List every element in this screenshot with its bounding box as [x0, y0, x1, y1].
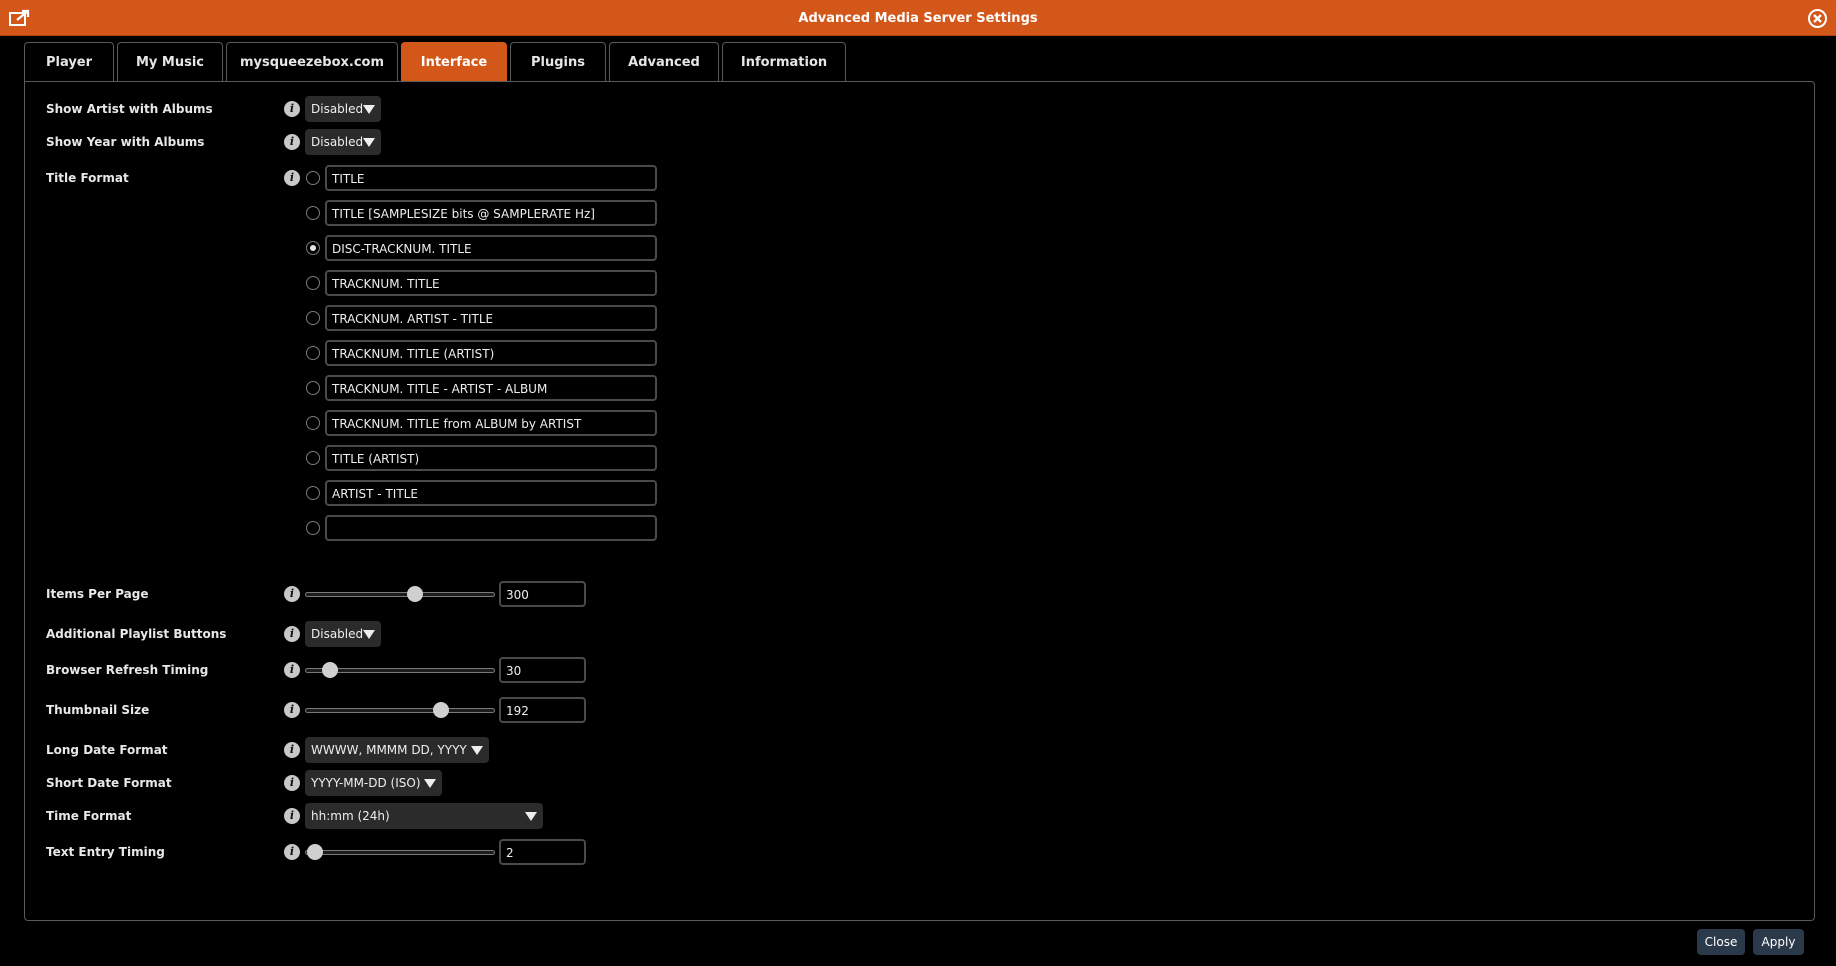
title-format-radio[interactable]	[306, 346, 320, 360]
chevron-down-icon	[424, 779, 436, 788]
title-format-input[interactable]: TRACKNUM. TITLE from ALBUM by ARTIST	[325, 410, 657, 436]
title-format-radio[interactable]	[306, 276, 320, 290]
items-per-page-input[interactable]: 300	[499, 581, 586, 607]
chevron-down-icon	[471, 746, 483, 755]
chevron-down-icon	[363, 630, 375, 639]
refresh-timing-label: Browser Refresh Timing	[46, 663, 209, 677]
tab-mysqueezebox[interactable]: mysqueezebox.com	[226, 42, 398, 82]
playlist-buttons-label: Additional Playlist Buttons	[46, 627, 227, 641]
title-format-radio[interactable]	[306, 381, 320, 395]
title-format-input[interactable]: TITLE [SAMPLESIZE bits @ SAMPLERATE Hz]	[325, 200, 657, 226]
time-format-label: Time Format	[46, 809, 132, 823]
long-date-value: WWWW, MMMM DD, YYYY	[311, 743, 467, 757]
show-artist-label: Show Artist with Albums	[46, 102, 213, 116]
title-format-radio[interactable]	[306, 416, 320, 430]
close-circle-icon[interactable]	[1807, 8, 1828, 29]
title-format-radio[interactable]	[306, 171, 320, 185]
chevron-down-icon	[363, 105, 375, 114]
long-date-label: Long Date Format	[46, 743, 168, 757]
info-icon[interactable]: i	[284, 808, 300, 824]
info-icon[interactable]: i	[284, 702, 300, 718]
title-format-input-custom[interactable]	[325, 515, 657, 541]
playlist-buttons-value: Disabled	[311, 627, 364, 641]
title-format-radio[interactable]	[306, 486, 320, 500]
title-format-radio[interactable]	[306, 521, 320, 535]
chevron-down-icon	[363, 138, 375, 147]
info-icon[interactable]: i	[284, 742, 300, 758]
title-format-label: Title Format	[46, 171, 129, 185]
title-format-radio[interactable]	[306, 311, 320, 325]
refresh-timing-slider[interactable]	[305, 662, 495, 678]
apply-button[interactable]: Apply	[1753, 929, 1804, 955]
title-format-input[interactable]: TRACKNUM. TITLE	[325, 270, 657, 296]
title-format-input[interactable]: TRACKNUM. TITLE (ARTIST)	[325, 340, 657, 366]
tab-advanced[interactable]: Advanced	[609, 42, 719, 82]
info-icon[interactable]: i	[284, 844, 300, 860]
text-entry-timing-label: Text Entry Timing	[46, 845, 165, 859]
slider-handle[interactable]	[407, 586, 424, 602]
title-format-radio[interactable]	[306, 206, 320, 220]
show-year-label: Show Year with Albums	[46, 135, 205, 149]
tab-player[interactable]: Player	[24, 42, 114, 82]
time-format-value: hh:mm (24h)	[311, 809, 390, 823]
text-entry-timing-slider[interactable]	[305, 844, 495, 860]
title-format-input[interactable]: TITLE (ARTIST)	[325, 445, 657, 471]
settings-panel	[24, 81, 1815, 921]
time-format-select[interactable]: hh:mm (24h)	[305, 803, 543, 829]
info-icon[interactable]: i	[284, 134, 300, 150]
title-format-input[interactable]: TRACKNUM. ARTIST - TITLE	[325, 305, 657, 331]
short-date-label: Short Date Format	[46, 776, 172, 790]
long-date-select[interactable]: WWWW, MMMM DD, YYYY	[305, 737, 489, 763]
refresh-timing-input[interactable]: 30	[499, 657, 586, 683]
show-year-value: Disabled	[311, 135, 364, 149]
tab-interface[interactable]: Interface	[401, 42, 507, 82]
info-icon[interactable]: i	[284, 101, 300, 117]
tab-information[interactable]: Information	[722, 42, 846, 82]
show-artist-value: Disabled	[311, 102, 364, 116]
title-format-input[interactable]: TITLE	[325, 165, 657, 191]
items-per-page-slider[interactable]	[305, 586, 495, 602]
short-date-select[interactable]: YYYY-MM-DD (ISO)	[305, 770, 442, 796]
title-format-radio[interactable]	[306, 451, 320, 465]
window-title: Advanced Media Server Settings	[798, 11, 1038, 26]
tab-plugins[interactable]: Plugins	[510, 42, 606, 82]
playlist-buttons-select[interactable]: Disabled	[305, 621, 381, 647]
title-format-input[interactable]: TRACKNUM. TITLE - ARTIST - ALBUM	[325, 375, 657, 401]
title-bar: Advanced Media Server Settings	[0, 0, 1836, 36]
thumbnail-size-slider[interactable]	[305, 702, 495, 718]
info-icon[interactable]: i	[284, 662, 300, 678]
close-button[interactable]: Close	[1697, 929, 1745, 955]
thumbnail-size-input[interactable]: 192	[499, 697, 586, 723]
info-icon[interactable]: i	[284, 626, 300, 642]
short-date-value: YYYY-MM-DD (ISO)	[311, 776, 421, 790]
thumbnail-size-label: Thumbnail Size	[46, 703, 150, 717]
items-per-page-label: Items Per Page	[46, 587, 149, 601]
show-year-select[interactable]: Disabled	[305, 129, 381, 155]
info-icon[interactable]: i	[284, 170, 300, 186]
title-format-input[interactable]: DISC-TRACKNUM. TITLE	[325, 235, 657, 261]
title-format-radio-selected[interactable]	[306, 241, 320, 255]
tab-my-music[interactable]: My Music	[117, 42, 223, 82]
text-entry-timing-input[interactable]: 2	[499, 839, 586, 865]
info-icon[interactable]: i	[284, 586, 300, 602]
title-format-input[interactable]: ARTIST - TITLE	[325, 480, 657, 506]
info-icon[interactable]: i	[284, 775, 300, 791]
show-artist-select[interactable]: Disabled	[305, 96, 381, 122]
chevron-down-icon	[525, 812, 537, 821]
